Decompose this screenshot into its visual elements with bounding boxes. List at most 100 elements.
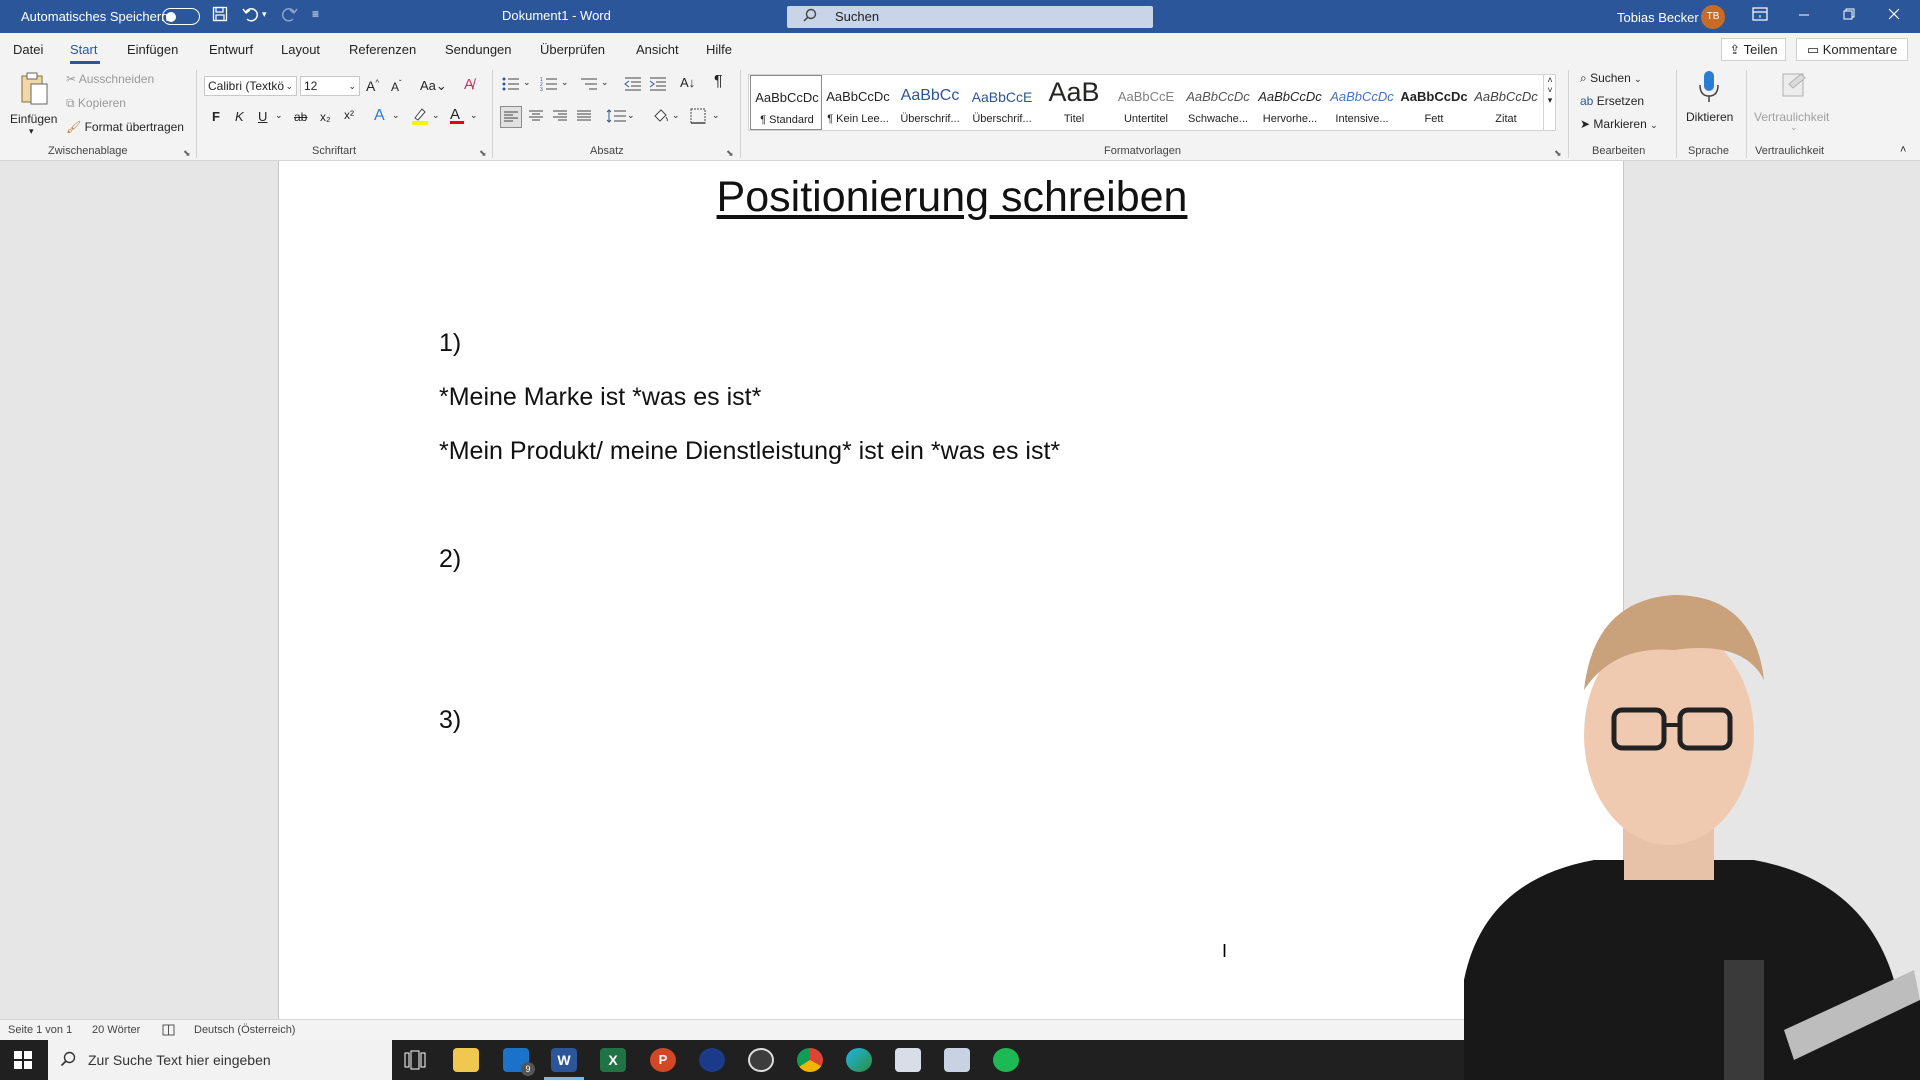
- mail-icon[interactable]: 9: [503, 1048, 535, 1076]
- page-count[interactable]: Seite 1 von 1: [8, 1024, 72, 1036]
- document-line[interactable]: 2): [439, 545, 461, 574]
- shading-icon[interactable]: [652, 107, 670, 128]
- select-button[interactable]: ➤ Markieren ⌄: [1580, 117, 1658, 131]
- bold-button[interactable]: F: [212, 109, 220, 124]
- subscript-button[interactable]: x₂: [320, 110, 331, 124]
- autosave-toggle[interactable]: [162, 8, 200, 25]
- style-item-schwache-hervorhebung[interactable]: AaBbCcDc Schwache...: [1182, 75, 1254, 130]
- style-item-fett[interactable]: AaBbCcDc Fett: [1398, 75, 1470, 130]
- clipboard-launcher-icon[interactable]: ⬊: [183, 148, 191, 159]
- title-search-box[interactable]: Suchen: [787, 6, 1153, 28]
- clear-formatting-icon[interactable]: A̸: [464, 76, 474, 93]
- pilcrow-icon[interactable]: ¶: [714, 73, 723, 91]
- gallery-scroll[interactable]: ˄ ˅ ▾: [1543, 75, 1556, 130]
- style-item-zitat[interactable]: AaBbCcDc Zitat: [1470, 75, 1542, 130]
- ribbon-display-options-icon[interactable]: [1752, 7, 1768, 25]
- style-item-intensive-hervorhebung[interactable]: AaBbCcDc Intensive...: [1326, 75, 1398, 130]
- save-icon[interactable]: [212, 6, 228, 27]
- document-page[interactable]: Positionierung schreiben 1) *Meine Marke…: [278, 161, 1624, 1019]
- file-explorer-icon[interactable]: [453, 1048, 479, 1072]
- comments-button[interactable]: ▭ Kommentare: [1796, 38, 1908, 61]
- chevron-down-icon[interactable]: ˅: [1544, 85, 1556, 95]
- style-item-untertitel[interactable]: AaBbCcE Untertitel: [1110, 75, 1182, 130]
- chevron-up-icon[interactable]: ˄: [1544, 75, 1556, 85]
- increase-indent-icon[interactable]: [649, 76, 667, 95]
- shrink-font-icon[interactable]: Aˇ: [391, 79, 402, 94]
- justify-icon[interactable]: [576, 109, 592, 126]
- chevron-down-icon[interactable]: ⌄: [627, 110, 635, 121]
- style-item-hervorhebung[interactable]: AaBbCcDc Hervorhe...: [1254, 75, 1326, 130]
- font-name-box[interactable]: Calibri (Textkö ⌄: [204, 76, 297, 96]
- chevron-down-icon[interactable]: ⌄: [561, 77, 569, 88]
- replace-button[interactable]: ab Ersetzen: [1580, 94, 1644, 108]
- spotify-app-icon[interactable]: [993, 1048, 1019, 1072]
- obs-app-icon[interactable]: [748, 1048, 774, 1072]
- style-item-ueberschrift-1[interactable]: AaBbCc Überschrif...: [894, 75, 966, 130]
- document-line[interactable]: 1): [439, 329, 461, 358]
- highlight-icon[interactable]: [411, 106, 429, 129]
- borders-icon[interactable]: [690, 108, 706, 127]
- word-count[interactable]: 20 Wörter: [92, 1024, 140, 1036]
- minimize-icon[interactable]: [1798, 7, 1810, 25]
- app-icon-notepad[interactable]: [944, 1048, 970, 1072]
- chevron-down-icon[interactable]: ⌄: [470, 110, 478, 121]
- copy-button[interactable]: ⧉ Kopieren: [66, 96, 126, 111]
- format-painter-button[interactable]: 🖌 Format übertragen: [66, 120, 184, 134]
- tab-ueberpruefen[interactable]: Überprüfen: [540, 42, 605, 57]
- chevron-down-icon[interactable]: ⌄: [392, 110, 400, 121]
- italic-button[interactable]: K: [235, 109, 244, 124]
- undo-dropdown-icon[interactable]: ▾: [262, 9, 267, 20]
- chevron-down-icon[interactable]: ⌄: [672, 110, 680, 121]
- tab-start[interactable]: Start: [70, 42, 97, 57]
- share-button[interactable]: ⇪ Teilen: [1721, 38, 1786, 61]
- tab-sendungen[interactable]: Sendungen: [445, 42, 512, 57]
- task-view-icon[interactable]: [404, 1050, 426, 1075]
- document-heading[interactable]: Positionierung schreiben: [279, 173, 1625, 222]
- customize-qat-icon[interactable]: ≡: [312, 7, 319, 21]
- tab-ansicht[interactable]: Ansicht: [636, 42, 679, 57]
- paste-button[interactable]: Einfügen ▾: [10, 70, 57, 140]
- text-effects-icon[interactable]: A: [374, 107, 385, 125]
- dictate-button[interactable]: Diktieren: [1684, 68, 1734, 138]
- style-item-standard[interactable]: AaBbCcDc ¶ Standard: [750, 75, 822, 130]
- superscript-button[interactable]: x²: [344, 108, 354, 122]
- restore-icon[interactable]: [1843, 7, 1855, 25]
- document-line[interactable]: 3): [439, 706, 461, 735]
- tab-einfuegen[interactable]: Einfügen: [127, 42, 178, 57]
- undo-icon[interactable]: [242, 6, 260, 27]
- windows-start-icon[interactable]: [14, 1051, 32, 1069]
- multilevel-list-icon[interactable]: [580, 76, 598, 95]
- sort-icon[interactable]: A↓: [680, 75, 695, 90]
- style-item-kein-leerraum[interactable]: AaBbCcDc ¶ Kein Lee...: [822, 75, 894, 130]
- word-app-icon[interactable]: W: [551, 1048, 577, 1072]
- strikethrough-button[interactable]: ab: [294, 110, 307, 124]
- find-button[interactable]: ⌕ Suchen ⌄: [1580, 71, 1642, 86]
- style-item-titel[interactable]: AaB Titel: [1038, 75, 1110, 130]
- change-case-button[interactable]: Aa⌄: [420, 78, 447, 94]
- font-size-box[interactable]: 12 ⌄: [300, 76, 360, 96]
- underline-button[interactable]: U: [258, 109, 267, 124]
- decrease-indent-icon[interactable]: [624, 76, 642, 95]
- align-center-icon[interactable]: [528, 109, 544, 126]
- font-launcher-icon[interactable]: ⬊: [479, 148, 487, 159]
- align-right-icon[interactable]: [552, 109, 568, 126]
- taskbar-search-input[interactable]: Zur Suche Text hier eingeben: [48, 1040, 392, 1080]
- underline-dropdown-icon[interactable]: ⌄: [275, 110, 283, 121]
- style-item-ueberschrift-2[interactable]: AaBbCcE Überschrif...: [966, 75, 1038, 130]
- bullets-icon[interactable]: [502, 76, 520, 95]
- avatar[interactable]: TB: [1701, 5, 1725, 29]
- app-icon-vpn[interactable]: [699, 1048, 725, 1072]
- proofing-icon[interactable]: [162, 1024, 175, 1039]
- sensitivity-button[interactable]: Vertraulichkeit ⌄: [1754, 68, 1834, 138]
- document-line[interactable]: *Mein Produkt/ meine Dienstleistung* ist…: [439, 437, 1060, 466]
- gallery-more-icon[interactable]: ▾: [1544, 95, 1556, 106]
- excel-app-icon[interactable]: X: [600, 1048, 626, 1072]
- numbering-icon[interactable]: 123: [540, 76, 558, 95]
- cut-button[interactable]: ✂ Ausschneiden: [66, 72, 154, 86]
- chevron-down-icon[interactable]: ⌄: [601, 77, 609, 88]
- edge-app-icon[interactable]: [846, 1048, 872, 1072]
- tab-referenzen[interactable]: Referenzen: [349, 42, 416, 57]
- chevron-down-icon[interactable]: ⌄: [523, 77, 531, 88]
- powerpoint-app-icon[interactable]: P: [650, 1048, 676, 1072]
- document-line[interactable]: *Meine Marke ist *was es ist*: [439, 383, 761, 412]
